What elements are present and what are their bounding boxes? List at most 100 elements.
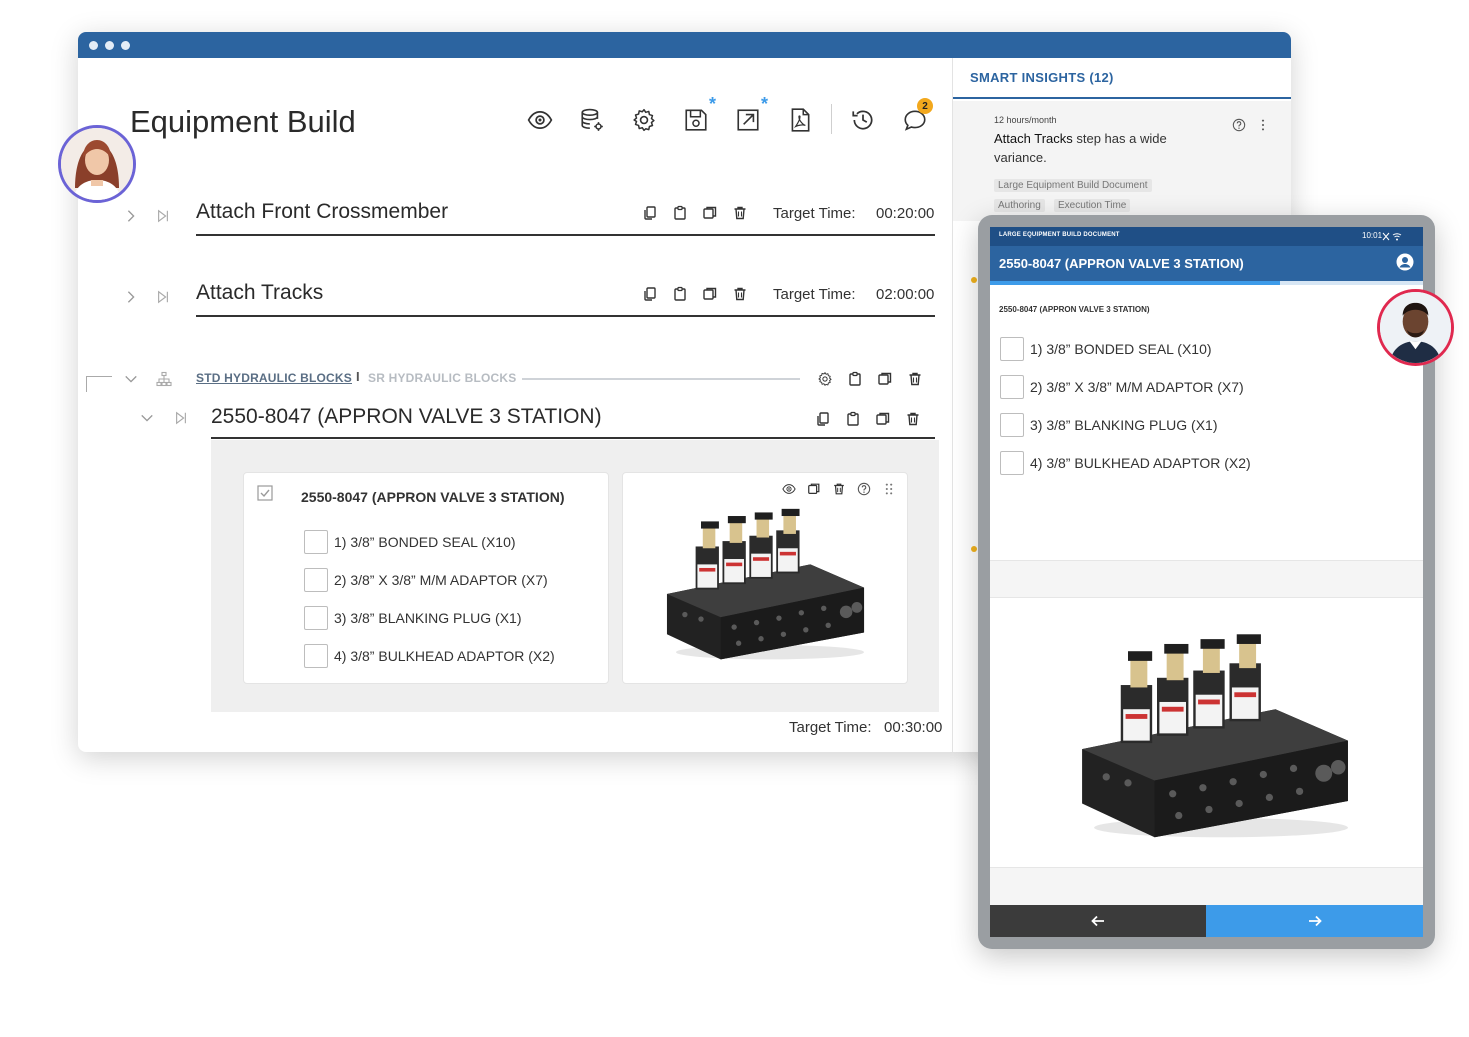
user-icon[interactable] <box>1396 253 1414 271</box>
item-checkbox[interactable] <box>1000 337 1024 361</box>
step-name[interactable]: Attach Front Crossmember <box>196 200 448 224</box>
skip-icon[interactable] <box>156 209 170 223</box>
next-step-button[interactable] <box>1206 905 1423 937</box>
timeline-marker <box>971 277 977 283</box>
clipboard-button[interactable] <box>846 370 864 388</box>
chevron-down-icon[interactable] <box>140 411 154 425</box>
person-avatar-icon <box>61 128 133 200</box>
document-name: LARGE EQUIPMENT BUILD DOCUMENT <box>999 232 1120 238</box>
delete-button[interactable] <box>731 204 749 222</box>
checklist-item[interactable]: 3) 3/8” BLANKING PLUG (X1) <box>1000 413 1218 437</box>
delete-button[interactable] <box>831 481 847 497</box>
clipboard-button[interactable] <box>671 285 689 303</box>
clipboard-button[interactable] <box>844 410 862 428</box>
checklist-item[interactable]: 2) 3/8” X 3/8” M/M ADAPTOR (X7) <box>1000 375 1244 399</box>
settings-button[interactable] <box>628 104 660 136</box>
sub-step-actions <box>814 410 922 428</box>
window-dot-2[interactable] <box>105 41 114 50</box>
skip-icon[interactable] <box>174 411 188 425</box>
data-sources-button[interactable] <box>576 104 608 136</box>
help-icon[interactable] <box>1232 118 1246 132</box>
avatar-operator[interactable] <box>1377 289 1454 366</box>
arrow-left-icon <box>1091 915 1104 927</box>
duplicate-button[interactable] <box>876 370 894 388</box>
sub-step-name[interactable]: 2550-8047 (APPRON VALVE 3 STATION) <box>211 405 602 429</box>
insights-title[interactable]: SMART INSIGHTS (12) <box>970 70 1114 85</box>
pdf-button[interactable] <box>784 104 816 136</box>
checklist-item[interactable]: 1) 3/8” BONDED SEAL (X10) <box>304 530 516 554</box>
checkbox-checked-icon[interactable] <box>257 485 273 501</box>
item-label: 2) 3/8” X 3/8” M/M ADAPTOR (X7) <box>1030 379 1244 395</box>
step-name[interactable]: Attach Tracks <box>196 281 323 305</box>
drag-handle[interactable] <box>881 481 897 497</box>
group-settings-button[interactable] <box>816 370 834 388</box>
checklist-item[interactable]: 1) 3/8” BONDED SEAL (X10) <box>1000 337 1212 361</box>
checklist-item[interactable]: 3) 3/8” BLANKING PLUG (X1) <box>304 606 522 630</box>
copy-button[interactable] <box>814 410 832 428</box>
item-checkbox[interactable] <box>304 644 328 668</box>
valve-block-image <box>658 505 873 665</box>
tab-std-hydraulic-blocks[interactable]: STD HYDRAULIC BLOCKS <box>196 371 352 385</box>
delete-button[interactable] <box>906 370 924 388</box>
avatar-author[interactable] <box>58 125 136 203</box>
chevron-right-icon[interactable] <box>124 209 138 223</box>
duplicate-button[interactable] <box>701 285 719 303</box>
checklist-item[interactable]: 4) 3/8” BULKHEAD ADAPTOR (X2) <box>304 644 555 668</box>
step-row[interactable]: Attach Front Crossmember Target Time: 00… <box>118 200 935 240</box>
chevron-down-icon[interactable] <box>124 372 138 386</box>
insight-tag: Authoring <box>994 199 1045 212</box>
clipboard-icon <box>672 205 688 221</box>
item-checkbox[interactable] <box>1000 375 1024 399</box>
trash-icon <box>732 205 748 221</box>
export-indicator: * <box>760 94 768 114</box>
clipboard-button[interactable] <box>671 204 689 222</box>
item-checkbox[interactable] <box>304 530 328 554</box>
comments-button[interactable]: 2 <box>899 98 933 136</box>
duplicate-button[interactable] <box>701 204 719 222</box>
step-row[interactable]: Attach Tracks Target Time: 02:00:00 <box>118 281 935 321</box>
checklist-item[interactable]: 2) 3/8” X 3/8” M/M ADAPTOR (X7) <box>304 568 548 592</box>
item-checkbox[interactable] <box>304 606 328 630</box>
section-divider <box>990 867 1423 905</box>
step-actions <box>641 204 749 222</box>
checklist-title: 2550-8047 (APPRON VALVE 3 STATION) <box>301 489 565 505</box>
skip-icon[interactable] <box>156 290 170 304</box>
save-button[interactable]: * <box>680 94 716 136</box>
trash-icon <box>832 482 846 496</box>
item-checkbox[interactable] <box>1000 451 1024 475</box>
tab-sr-hydraulic-blocks[interactable]: SR HYDRAULIC BLOCKS <box>368 371 516 385</box>
copy-button[interactable] <box>641 285 659 303</box>
duplicate-button[interactable] <box>874 410 892 428</box>
tablet-status-bar: LARGE EQUIPMENT BUILD DOCUMENT 10:01 <box>990 227 1423 246</box>
preview-button[interactable] <box>524 104 556 136</box>
item-label: 2) 3/8” X 3/8” M/M ADAPTOR (X7) <box>334 572 548 588</box>
history-button[interactable] <box>847 104 879 136</box>
checklist-item[interactable]: 4) 3/8” BULKHEAD ADAPTOR (X2) <box>1000 451 1251 475</box>
window-dot-3[interactable] <box>121 41 130 50</box>
delete-button[interactable] <box>904 410 922 428</box>
insight-card[interactable]: 12 hours/month Attach Tracks step has a … <box>953 101 1291 221</box>
preview-button[interactable] <box>781 481 797 497</box>
chevron-right-icon[interactable] <box>124 290 138 304</box>
help-button[interactable] <box>856 481 872 497</box>
item-checkbox[interactable] <box>1000 413 1024 437</box>
more-vertical-icon[interactable] <box>1256 118 1270 132</box>
clipboard-icon <box>672 286 688 302</box>
insight-meta: 12 hours/month <box>994 115 1057 125</box>
previous-step-button[interactable] <box>990 905 1206 937</box>
tab-separator: I <box>356 369 360 384</box>
item-checkbox[interactable] <box>304 568 328 592</box>
item-label: 1) 3/8” BONDED SEAL (X10) <box>334 534 516 550</box>
group-actions <box>816 370 924 388</box>
duplicate-button[interactable] <box>806 481 822 497</box>
copy-button[interactable] <box>641 204 659 222</box>
copy-icon <box>642 205 658 221</box>
window-dot-1[interactable] <box>89 41 98 50</box>
sub-step-row[interactable]: 2550-8047 (APPRON VALVE 3 STATION) <box>134 402 935 442</box>
step-actions <box>641 285 749 303</box>
delete-button[interactable] <box>731 285 749 303</box>
copy-icon <box>642 286 658 302</box>
trash-icon <box>907 371 923 387</box>
export-button[interactable]: * <box>732 94 768 136</box>
duplicate-icon <box>702 286 718 302</box>
